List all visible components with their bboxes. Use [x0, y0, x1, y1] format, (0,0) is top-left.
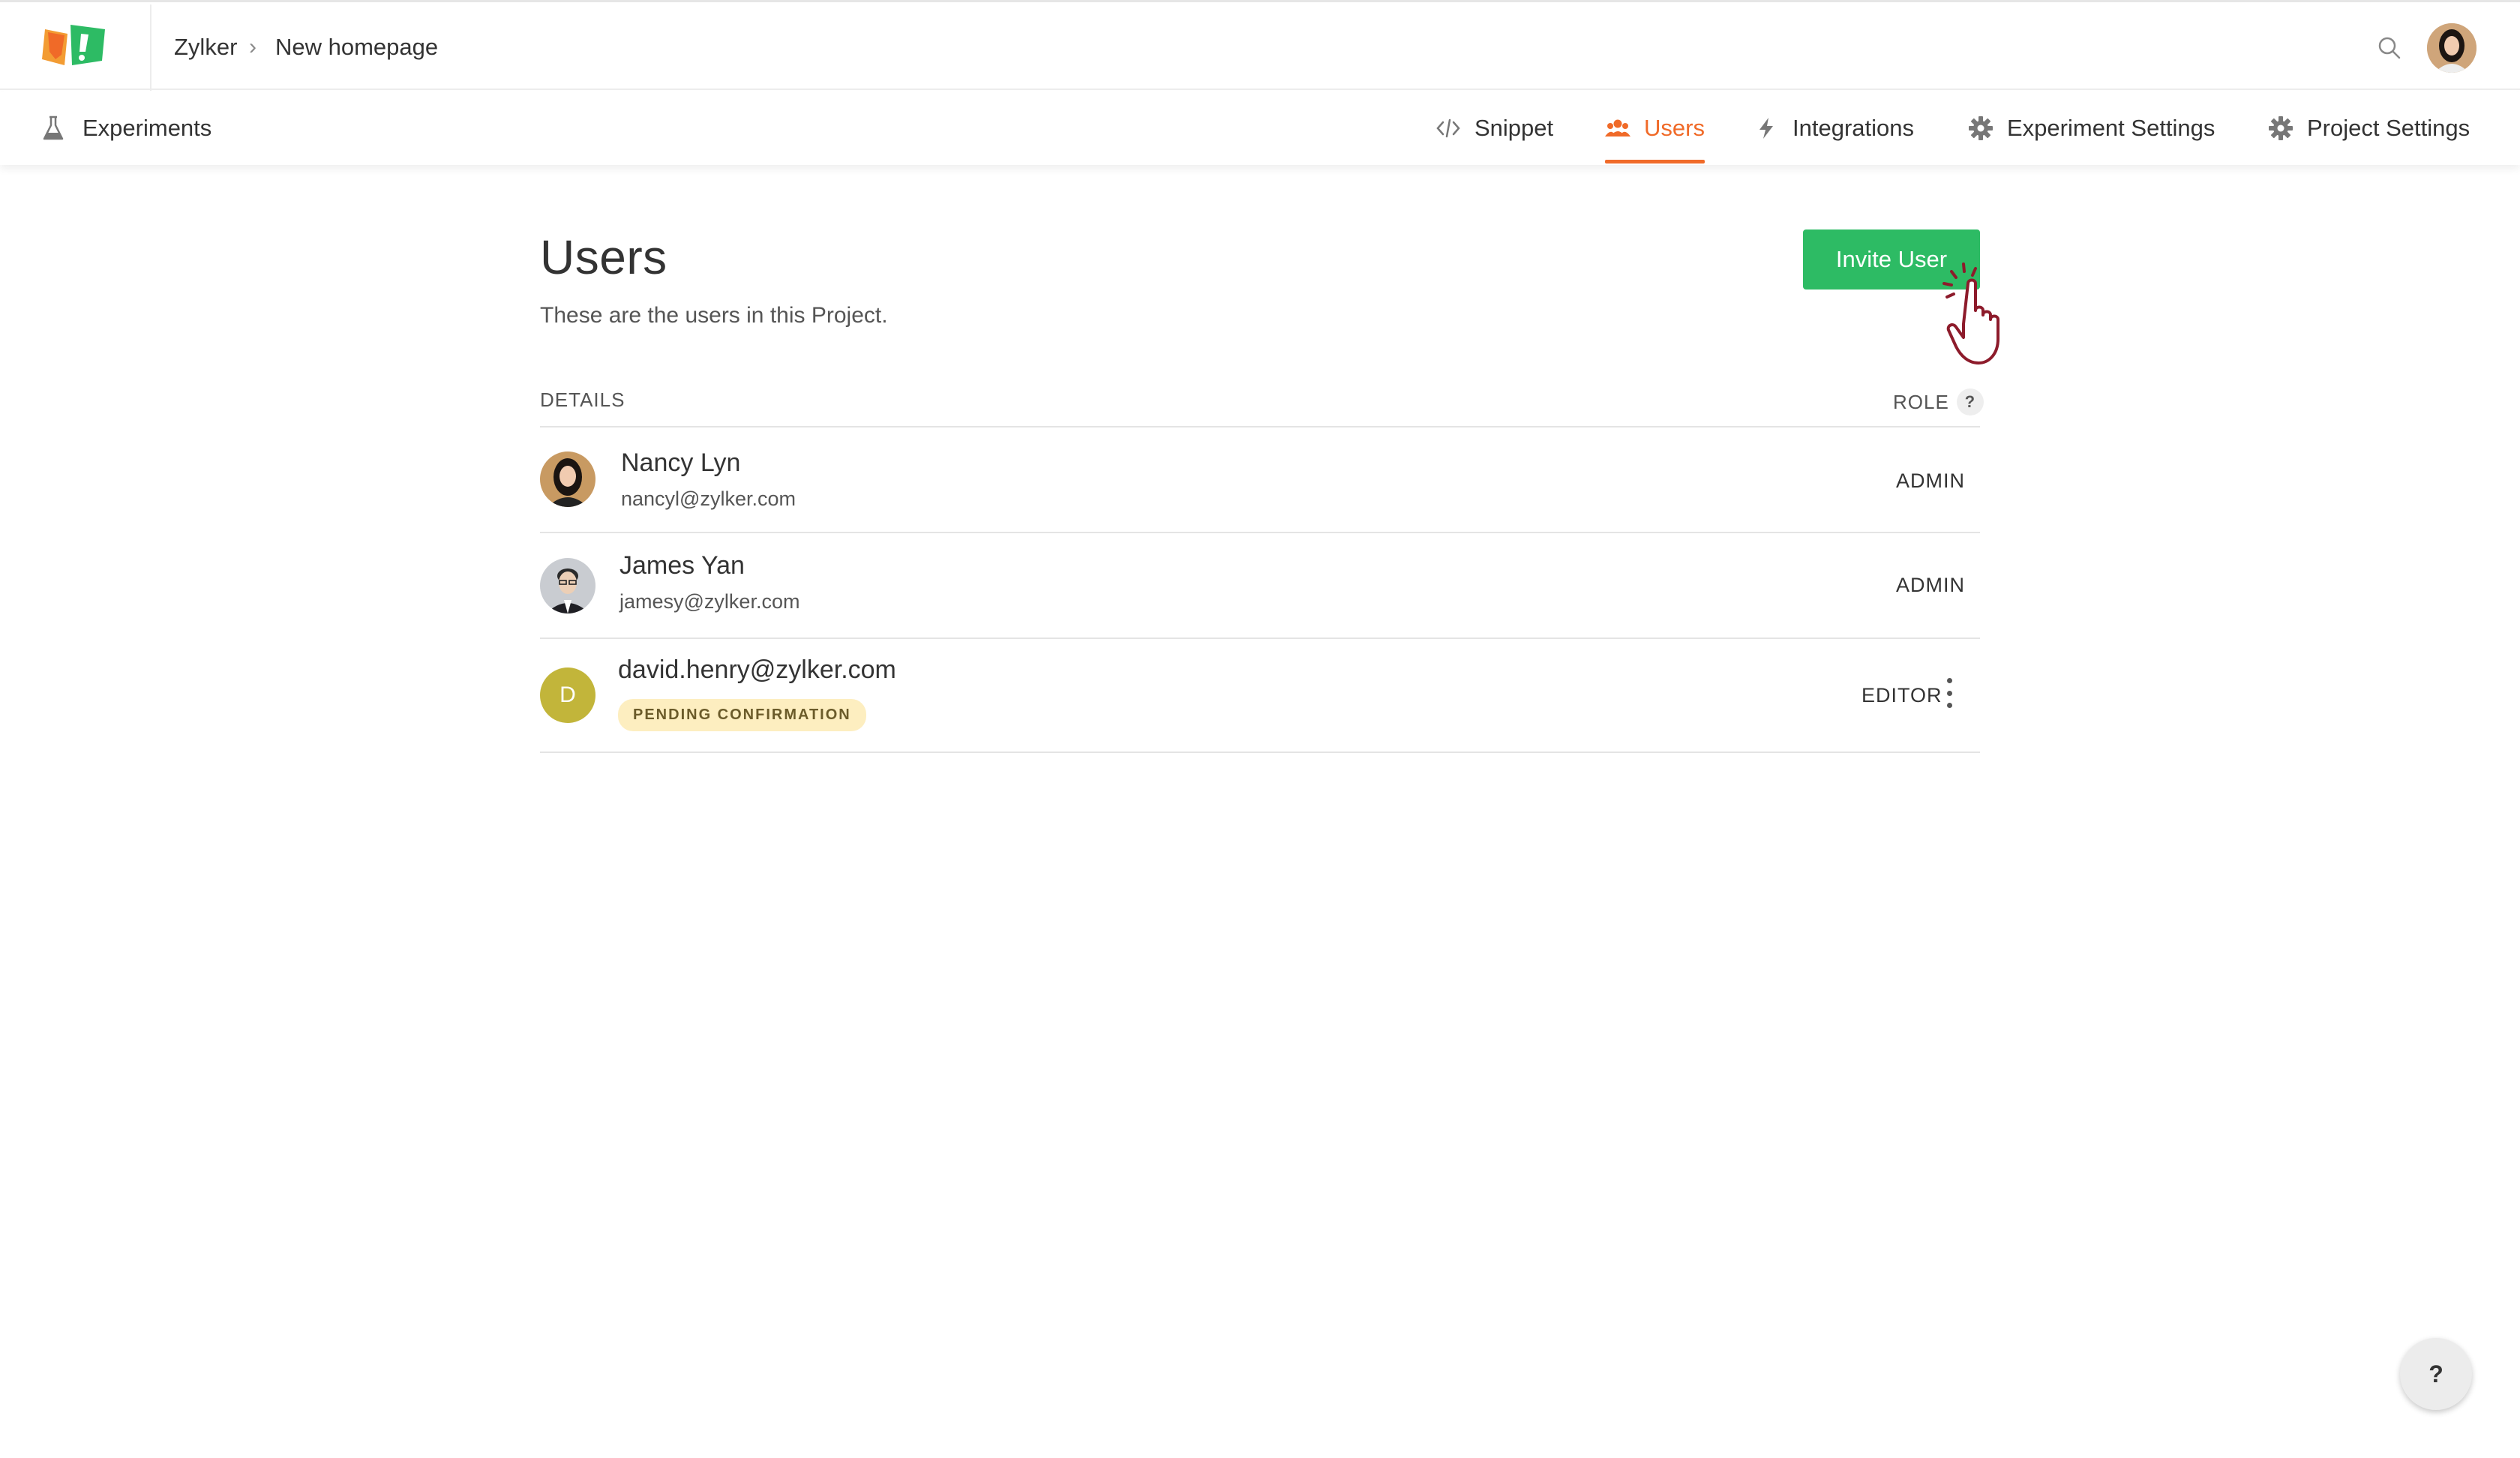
- top-header: Zylker › New homepage: [0, 0, 2520, 91]
- help-button[interactable]: ?: [2400, 1338, 2472, 1410]
- user-email: nancyl@zylker.com: [621, 488, 796, 510]
- tab-users[interactable]: Users: [1605, 108, 1705, 164]
- project-navbar: Experiments Snippet Users Integrations E…: [0, 92, 2520, 165]
- tab-users-label: Users: [1644, 115, 1705, 141]
- user-name: James Yan: [620, 551, 745, 580]
- page-description: These are the users in this Project.: [540, 303, 888, 328]
- role-column-label: ROLE: [1893, 390, 1949, 413]
- user-role: EDITOR: [1862, 684, 1942, 706]
- gear-icon: [2269, 116, 2293, 140]
- tab-project-settings[interactable]: Project Settings: [2268, 108, 2470, 148]
- users-icon: [1605, 119, 1630, 136]
- pointer-hand-icon: [1942, 262, 2000, 364]
- tab-experiment-settings[interactable]: Experiment Settings: [1968, 108, 2215, 148]
- user-row-nancy: Nancy Lyn nancyl@zylker.com ADMIN: [540, 428, 1980, 532]
- role-column-header: ROLE ?: [1893, 388, 1984, 416]
- user-role: ADMIN: [1896, 574, 1965, 596]
- role-help-icon[interactable]: ?: [1956, 388, 1984, 416]
- letter-avatar: D: [540, 668, 596, 723]
- user-name: david.henry@zylker.com: [618, 656, 896, 684]
- gear-icon: [1969, 116, 1993, 140]
- row-divider: [540, 752, 1980, 753]
- details-column-header: DETAILS: [540, 388, 626, 411]
- user-role: ADMIN: [1896, 470, 1965, 492]
- breadcrumb-separator-icon: ›: [249, 34, 256, 59]
- tab-integrations[interactable]: Integrations: [1754, 108, 1914, 148]
- user-email: jamesy@zylker.com: [620, 590, 800, 613]
- tab-snippet-label: Snippet: [1474, 115, 1554, 141]
- breadcrumb-root[interactable]: Zylker: [174, 32, 237, 62]
- user-row-david: D david.henry@zylker.com PENDING CONFIRM…: [540, 639, 1980, 752]
- experiments-link[interactable]: Experiments: [42, 111, 212, 146]
- tab-experiment-settings-label: Experiment Settings: [2007, 115, 2216, 141]
- lightning-icon: [1760, 118, 1773, 139]
- zylker-pageflag-logo[interactable]: [42, 22, 108, 71]
- user-name: Nancy Lyn: [621, 448, 741, 477]
- avatar: [540, 452, 596, 507]
- flask-icon: [43, 116, 64, 140]
- avatar: [540, 558, 596, 614]
- tab-integrations-label: Integrations: [1792, 115, 1914, 141]
- code-icon: [1436, 118, 1460, 138]
- page-title: Users: [540, 230, 668, 284]
- header-divider: [150, 4, 152, 91]
- tab-snippet[interactable]: Snippet: [1436, 108, 1553, 148]
- breadcrumb-current[interactable]: New homepage: [275, 32, 438, 62]
- user-row-james: James Yan jamesy@zylker.com ADMIN: [540, 533, 1980, 638]
- tab-project-settings-label: Project Settings: [2307, 115, 2470, 141]
- more-options-icon[interactable]: [1944, 678, 1954, 708]
- search-icon[interactable]: [2376, 34, 2403, 62]
- user-avatar[interactable]: [2427, 23, 2476, 73]
- pending-confirmation-badge: PENDING CONFIRMATION: [618, 699, 866, 731]
- experiments-label: Experiments: [82, 115, 212, 141]
